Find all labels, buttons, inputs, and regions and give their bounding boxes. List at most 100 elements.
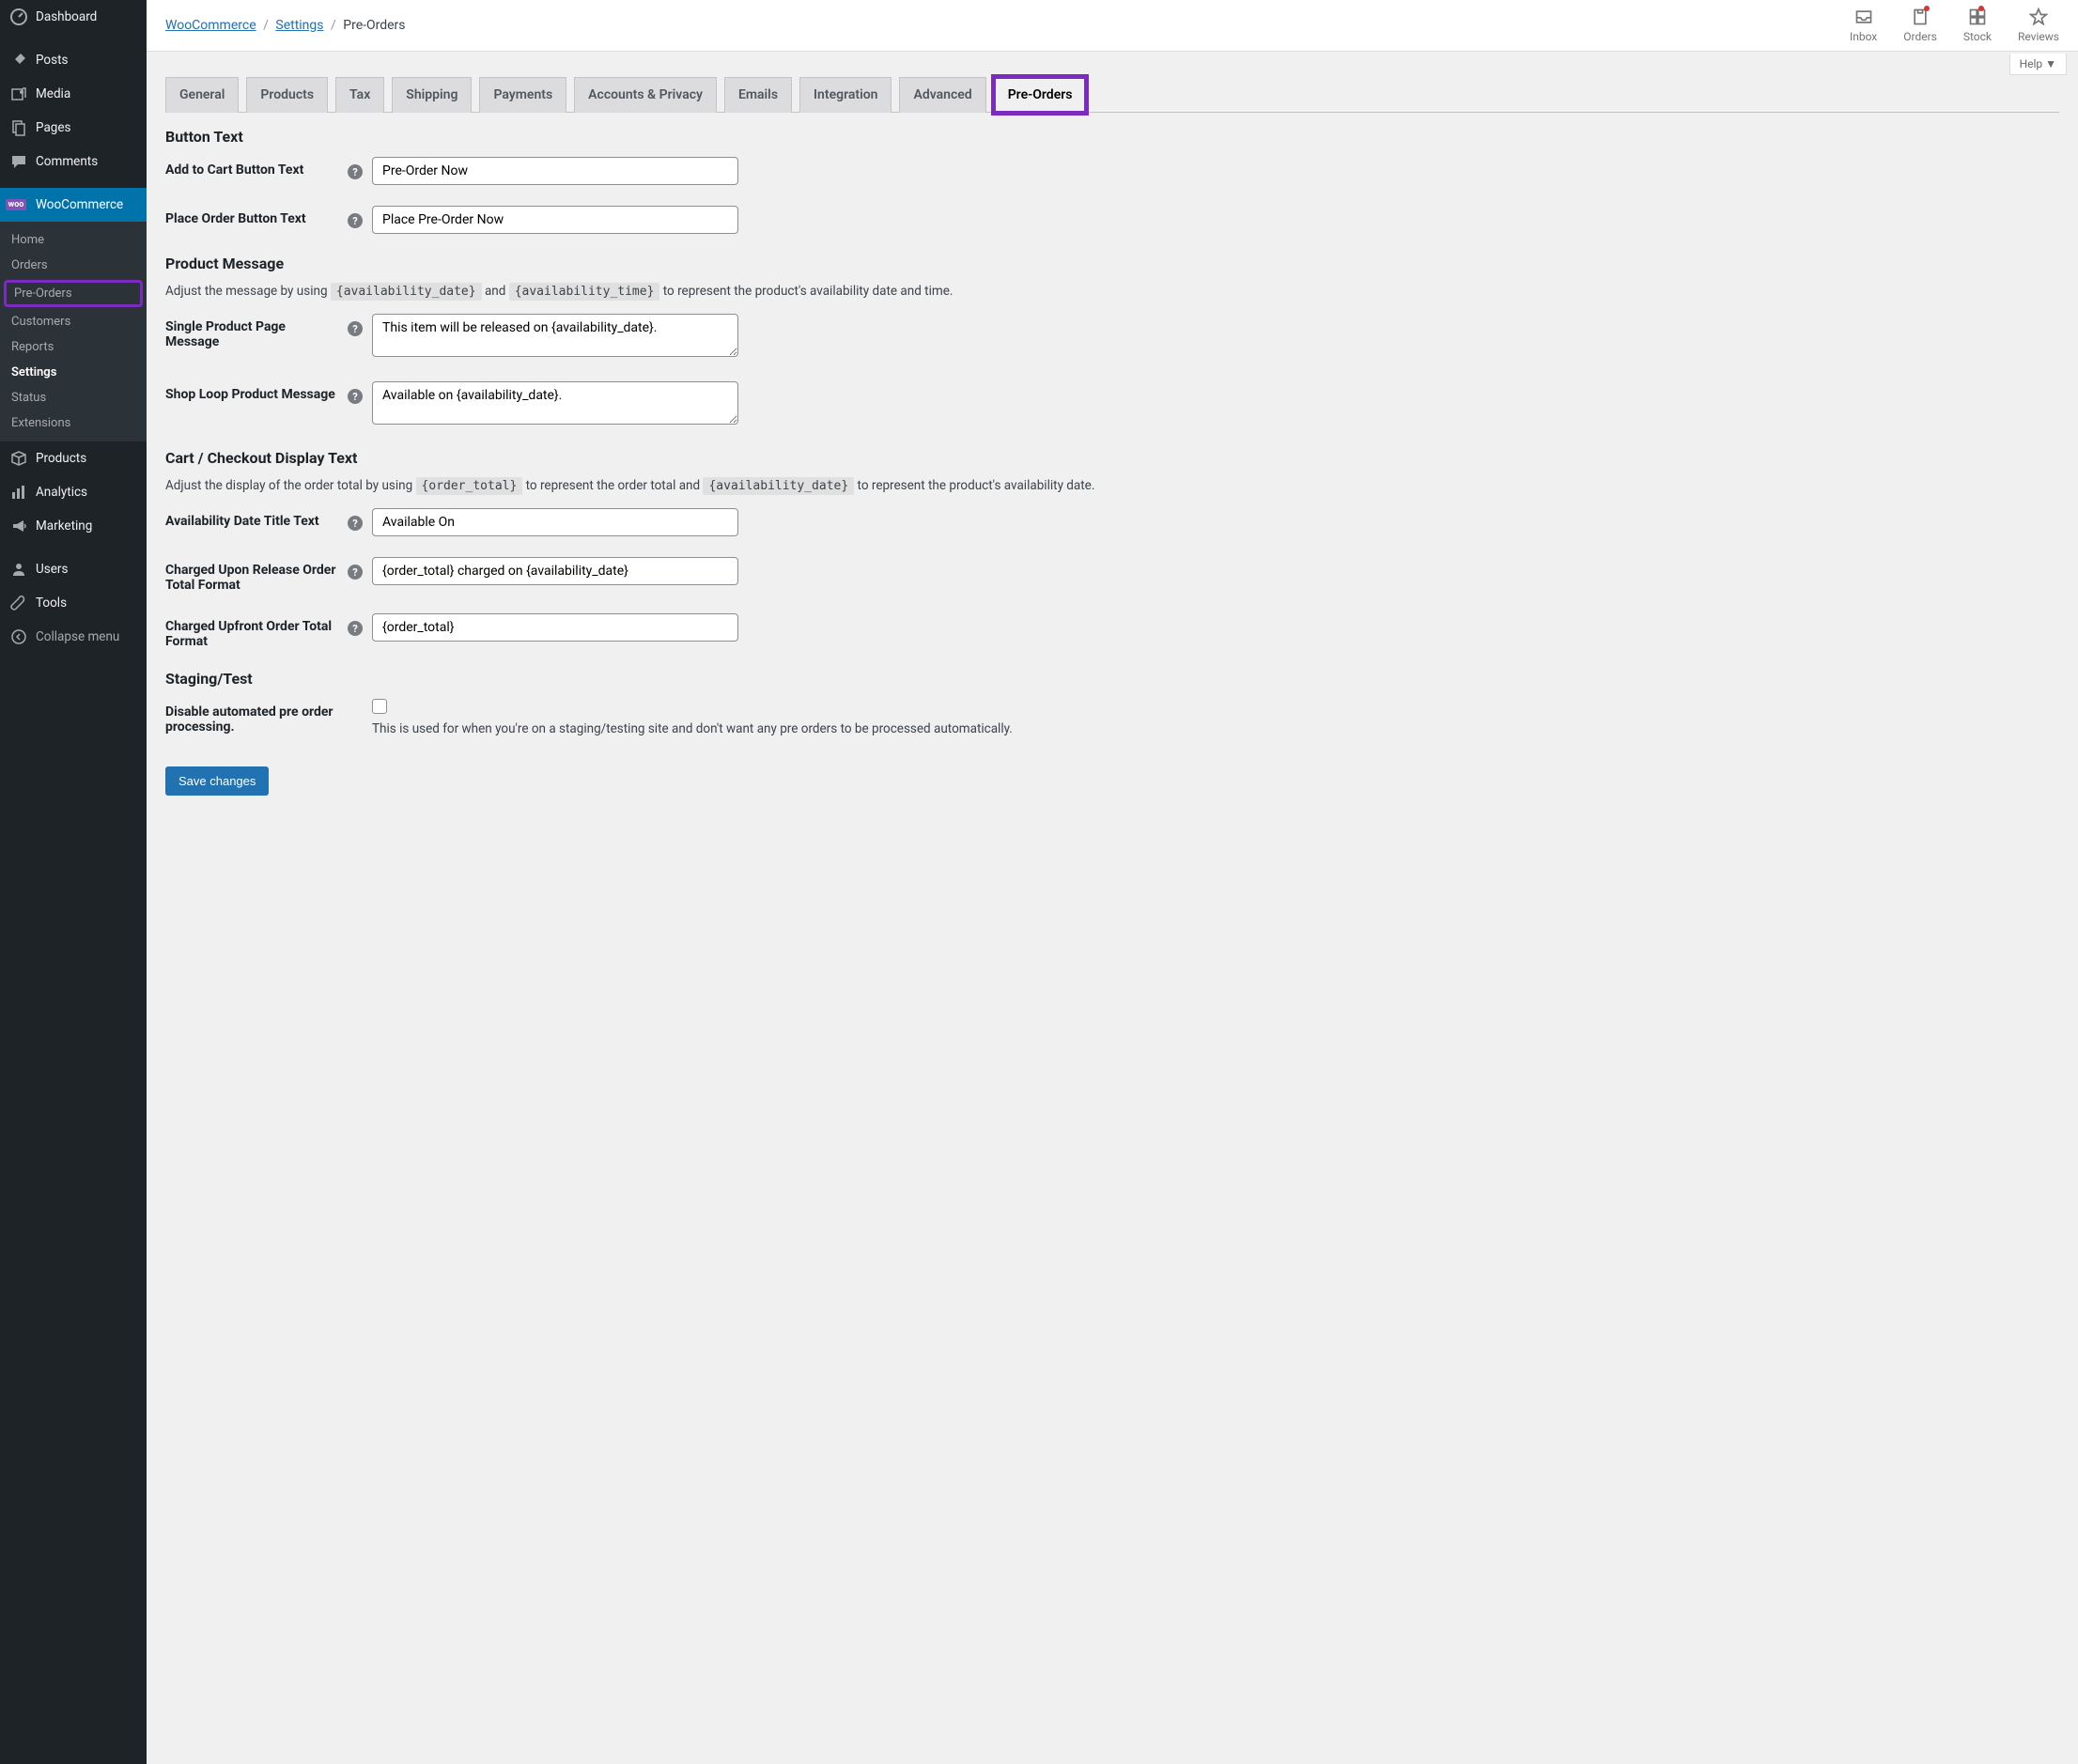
- label-avail-title: Availability Date Title Text: [165, 514, 319, 529]
- help-icon[interactable]: ?: [348, 213, 363, 228]
- topicon-stock[interactable]: Stock: [1963, 8, 1992, 43]
- sidebar-submenu: Home Orders Pre-Orders Customers Reports…: [0, 222, 147, 441]
- sidebar-sub-extensions[interactable]: Extensions: [0, 410, 147, 436]
- sidebar-sub-status[interactable]: Status: [0, 385, 147, 410]
- notification-dot-icon: [1924, 6, 1930, 11]
- pin-icon: [9, 51, 28, 70]
- comments-icon: [9, 152, 28, 171]
- textarea-single-product[interactable]: This item will be released on {availabil…: [372, 314, 738, 357]
- sidebar-sub-reports[interactable]: Reports: [0, 334, 147, 360]
- tab-emails[interactable]: Emails: [724, 77, 792, 113]
- sidebar-item-tools[interactable]: Tools: [0, 586, 147, 620]
- topbar: WooCommerce / Settings / Pre-Orders Inbo…: [147, 0, 2078, 52]
- help-icon[interactable]: ?: [348, 321, 363, 336]
- collapse-icon: [9, 627, 28, 646]
- label-add-to-cart: Add to Cart Button Text: [165, 162, 303, 178]
- top-icons: Inbox Orders Stock Reviews: [1850, 8, 2059, 43]
- main-area: WooCommerce / Settings / Pre-Orders Inbo…: [147, 0, 2078, 1764]
- sidebar-item-comments[interactable]: Comments: [0, 145, 147, 178]
- topicon-inbox[interactable]: Inbox: [1850, 8, 1877, 43]
- checkbox-disable-processing[interactable]: [372, 699, 387, 714]
- help-icon[interactable]: ?: [348, 389, 363, 404]
- analytics-icon: [9, 483, 28, 502]
- sidebar-item-dashboard[interactable]: Dashboard: [0, 0, 147, 34]
- breadcrumb-settings[interactable]: Settings: [275, 18, 323, 33]
- tab-shipping[interactable]: Shipping: [392, 77, 472, 113]
- input-place-order[interactable]: [372, 206, 738, 234]
- sidebar-item-users[interactable]: Users: [0, 552, 147, 586]
- tab-advanced[interactable]: Advanced: [899, 77, 985, 113]
- woo-icon: woo: [9, 195, 28, 214]
- tab-general[interactable]: General: [165, 77, 239, 113]
- sidebar-item-pages[interactable]: Pages: [0, 111, 147, 145]
- inbox-icon: [1854, 8, 1873, 26]
- sidebar-item-label: Pages: [36, 120, 71, 135]
- label-charged-upfront: Charged Upfront Order Total Format: [165, 619, 340, 649]
- section-cart-checkout: Cart / Checkout Display Text: [165, 449, 2059, 467]
- dashboard-icon: [9, 8, 28, 26]
- sidebar-sub-orders[interactable]: Orders: [0, 253, 147, 278]
- settings-tabs: General Products Tax Shipping Payments A…: [165, 77, 2059, 113]
- section-button-text: Button Text: [165, 128, 2059, 146]
- sidebar-item-posts[interactable]: Posts: [0, 43, 147, 77]
- tab-integration[interactable]: Integration: [799, 77, 892, 113]
- tab-payments[interactable]: Payments: [479, 77, 566, 113]
- input-charged-release[interactable]: [372, 557, 738, 585]
- sidebar-sub-home[interactable]: Home: [0, 227, 147, 253]
- sidebar-item-label: Products: [36, 451, 86, 466]
- topicon-orders[interactable]: Orders: [1903, 8, 1937, 43]
- input-avail-title[interactable]: [372, 508, 738, 536]
- sidebar-item-products[interactable]: Products: [0, 441, 147, 475]
- help-icon[interactable]: ?: [348, 516, 363, 531]
- products-icon: [9, 449, 28, 468]
- sidebar-sub-customers[interactable]: Customers: [0, 309, 147, 334]
- tab-tax[interactable]: Tax: [335, 77, 384, 113]
- sidebar-item-label: Collapse menu: [36, 629, 119, 644]
- sidebar-item-label: WooCommerce: [36, 197, 123, 212]
- tab-preorders[interactable]: Pre-Orders: [994, 77, 1087, 113]
- input-add-to-cart[interactable]: [372, 157, 738, 185]
- sidebar-item-label: Users: [36, 562, 68, 577]
- textarea-shop-loop[interactable]: Available on {availability_date}.: [372, 381, 738, 425]
- help-icon[interactable]: ?: [348, 565, 363, 580]
- tab-accounts[interactable]: Accounts & Privacy: [574, 77, 717, 113]
- label-shop-loop: Shop Loop Product Message: [165, 387, 335, 402]
- sidebar-collapse[interactable]: Collapse menu: [0, 620, 147, 654]
- sidebar-item-label: Tools: [36, 596, 67, 611]
- input-charged-upfront[interactable]: [372, 613, 738, 642]
- section-product-message: Product Message: [165, 255, 2059, 272]
- help-icon[interactable]: ?: [348, 164, 363, 179]
- sidebar-sub-preorders[interactable]: Pre-Orders: [4, 280, 143, 307]
- sidebar-item-label: Posts: [36, 53, 68, 68]
- star-icon: [2029, 8, 2048, 26]
- breadcrumb-woocommerce[interactable]: WooCommerce: [165, 18, 256, 33]
- label-single-product: Single Product Page Message: [165, 319, 340, 349]
- users-icon: [9, 560, 28, 579]
- breadcrumb-current: Pre-Orders: [343, 18, 405, 33]
- admin-sidebar: Dashboard Posts Media Pages Comments woo…: [0, 0, 147, 1764]
- sidebar-item-label: Comments: [36, 154, 98, 169]
- sidebar-item-marketing[interactable]: Marketing: [0, 509, 147, 543]
- cart-checkout-desc: Adjust the display of the order total by…: [165, 478, 2059, 493]
- product-message-desc: Adjust the message by using {availabilit…: [165, 284, 2059, 299]
- sidebar-item-analytics[interactable]: Analytics: [0, 475, 147, 509]
- hint-disable-processing: This is used for when you're on a stagin…: [372, 721, 2059, 736]
- media-icon: [9, 85, 28, 103]
- sidebar-item-label: Dashboard: [36, 9, 97, 24]
- sidebar-item-label: Marketing: [36, 518, 92, 534]
- sidebar-item-media[interactable]: Media: [0, 77, 147, 111]
- sidebar-sub-settings[interactable]: Settings: [0, 360, 147, 385]
- breadcrumb: WooCommerce / Settings / Pre-Orders: [165, 18, 406, 33]
- label-place-order: Place Order Button Text: [165, 211, 306, 226]
- topicon-reviews[interactable]: Reviews: [2018, 8, 2059, 43]
- sidebar-item-label: Media: [36, 86, 70, 101]
- sidebar-item-woocommerce[interactable]: woo WooCommerce: [0, 188, 147, 222]
- help-button[interactable]: Help ▼: [2009, 54, 2067, 75]
- save-button[interactable]: Save changes: [165, 766, 269, 796]
- sidebar-item-label: Analytics: [36, 485, 87, 500]
- tab-products[interactable]: Products: [246, 77, 328, 113]
- help-icon[interactable]: ?: [348, 621, 363, 636]
- notification-dot-icon: [1978, 6, 1984, 11]
- marketing-icon: [9, 517, 28, 535]
- label-charged-release: Charged Upon Release Order Total Format: [165, 563, 340, 593]
